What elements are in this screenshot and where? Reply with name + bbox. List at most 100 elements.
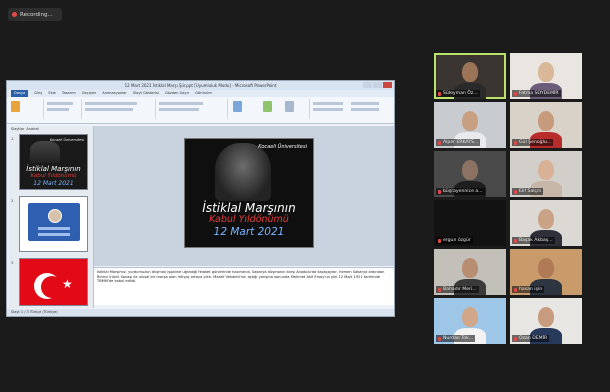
participant-head [538, 111, 554, 131]
participant-head [538, 62, 554, 82]
tab-view[interactable]: Görünüm [195, 90, 212, 97]
shape-outline-control[interactable] [313, 108, 343, 111]
mic-muted-icon [438, 189, 441, 194]
participant-name-label: Başak Akbaş... [512, 237, 555, 244]
shape-fill-control[interactable] [313, 102, 343, 105]
mic-muted-icon [438, 140, 441, 145]
tab-slideshow[interactable]: Slayt Gösterisi [133, 90, 159, 97]
mic-muted-icon [514, 287, 517, 292]
participant-name: Ozan DEMİR [519, 336, 548, 341]
participant-tile[interactable]: Süleyman Öz... [434, 53, 506, 99]
ribbon-group-drawing [229, 99, 310, 119]
participant-head [462, 160, 478, 180]
tab-file[interactable]: Dosya [11, 90, 29, 97]
thumb2-card [28, 203, 80, 241]
tab-slides[interactable]: Slaytlar [11, 126, 24, 132]
participant-name: Süleyman Öz... [443, 91, 478, 96]
participant-head [538, 209, 554, 229]
close-icon[interactable] [383, 82, 392, 88]
tab-outline[interactable]: Anahat [26, 126, 39, 132]
participant-tile[interactable]: Başak Akbaş... [510, 200, 582, 246]
participant-head [462, 62, 478, 82]
thumb-line3: 12 Mart 2021 [33, 180, 74, 187]
window-title: 12 Mart 2021 İstiklal Marşı Şiir.ppt [Uy… [124, 83, 277, 88]
thumb2-text-bar [38, 233, 70, 236]
participant-head [462, 111, 478, 131]
slide-thumbnail-1[interactable]: Kocaeli Üniversitesi İstiklal Marşının K… [19, 134, 88, 190]
tab-insert[interactable]: Ekle [48, 90, 56, 97]
participant-tile[interactable]: Gül Şenoğlu... [510, 102, 582, 148]
speaker-notes[interactable]: İstiklal Marşımız, yurdumuzun düşman işg… [94, 267, 394, 305]
ribbon-toolbar [7, 97, 394, 124]
participant-head [462, 258, 478, 278]
mic-muted-icon [514, 91, 517, 96]
recording-label: Recording... [20, 11, 53, 18]
participant-name: Gül Şenoğlu... [519, 140, 552, 145]
tab-review[interactable]: Gözden Geçir [165, 90, 189, 97]
slide-number: 1 [11, 136, 14, 141]
slide-thumbnail-2[interactable] [19, 196, 88, 252]
slide-editor: Kocaeli Üniversitesi İstiklal Marşının K… [94, 126, 394, 266]
slide-line1: İstiklal Marşının [202, 201, 296, 215]
mic-muted-icon [514, 140, 517, 145]
find-control[interactable] [351, 102, 379, 105]
thumb2-text-bar [38, 227, 70, 230]
participant-head [462, 307, 478, 327]
slide-line2: Kabul Yıldönümü [209, 214, 289, 225]
tab-design[interactable]: Tasarım [62, 90, 76, 97]
participant-tile[interactable]: Ozan DEMİR [510, 298, 582, 344]
participant-tile[interactable]: Alper ERKAYS... [434, 102, 506, 148]
participant-name-label: Bahadır Meri... [436, 286, 479, 293]
recording-indicator[interactable]: Recording... [8, 8, 62, 21]
participant-name: Elif Salçılı [519, 189, 541, 194]
participant-tile[interactable]: Nurdan Tok... [434, 298, 506, 344]
slide-number: 3 [11, 260, 14, 265]
thumb2-photo [48, 209, 62, 223]
record-dot-icon [12, 12, 17, 17]
tab-home[interactable]: Giriş [34, 90, 42, 97]
participant-name: Bahadır Meri... [443, 287, 477, 292]
participant-name-label: hasan işin [512, 286, 545, 293]
slide-line3: 12 Mart 2021 [213, 226, 285, 238]
ribbon-group-paragraph [157, 99, 228, 119]
participant-tile[interactable]: Elif Salçılı [510, 151, 582, 197]
tab-transitions[interactable]: Geçişler [82, 90, 97, 97]
ataturk-portrait [215, 143, 271, 201]
mic-muted-icon [438, 238, 441, 243]
slide-thumbnail-pane: Slaytlar Anahat 1 Kocaeli Üniversitesi İ… [9, 126, 94, 308]
replace-control[interactable] [351, 108, 379, 111]
maximize-icon[interactable] [373, 82, 382, 88]
participant-name-label: ergun özgür [436, 237, 473, 244]
slide-thumbnail-3[interactable]: ★ [19, 258, 88, 306]
mic-muted-icon [514, 189, 517, 194]
participant-head [538, 258, 554, 278]
participant-head [538, 160, 554, 180]
minimize-icon[interactable] [363, 82, 372, 88]
participant-tile[interactable]: büşrayennice a... [434, 151, 506, 197]
mic-muted-icon [438, 336, 441, 341]
participant-name: Alper ERKAYS... [443, 140, 479, 145]
ribbon-tabs: Dosya Giriş Ekle Tasarım Geçişler Animas… [7, 90, 394, 97]
participant-name-label: Elif Salçılı [512, 188, 543, 195]
participant-name-label: büşrayennice a... [436, 188, 485, 195]
slide-university: Kocaeli Üniversitesi [258, 144, 307, 150]
participant-head [462, 209, 478, 229]
tab-animations[interactable]: Animasyonlar [102, 90, 127, 97]
participant-head [538, 307, 554, 327]
participant-name: Başak Akbaş... [519, 238, 553, 243]
participant-tile[interactable]: Bahadır Meri... [434, 249, 506, 295]
thumbnail-tabs: Slaytlar Anahat [9, 126, 93, 132]
thumb-university: Kocaeli Üniversitesi [49, 138, 84, 142]
participant-tile[interactable]: ergun özgür [434, 200, 506, 246]
participant-name: ergun özgür [443, 238, 471, 243]
crescent-cut [41, 276, 63, 298]
thumb-line2: Kabul Yıldönümü [30, 173, 77, 179]
participant-name-label: Süleyman Öz... [436, 90, 480, 97]
participant-tile[interactable]: Fatma SOYDEMİR [510, 53, 582, 99]
ribbon-group-font [83, 99, 156, 119]
participant-name: Nurdan Tok... [443, 336, 474, 341]
main-slide[interactable]: Kocaeli Üniversitesi İstiklal Marşının K… [184, 138, 314, 248]
shared-screen-powerpoint: 12 Mart 2021 İstiklal Marşı Şiir.ppt [Uy… [6, 80, 395, 317]
participant-tile[interactable]: hasan işin [510, 249, 582, 295]
mic-muted-icon [514, 336, 517, 341]
